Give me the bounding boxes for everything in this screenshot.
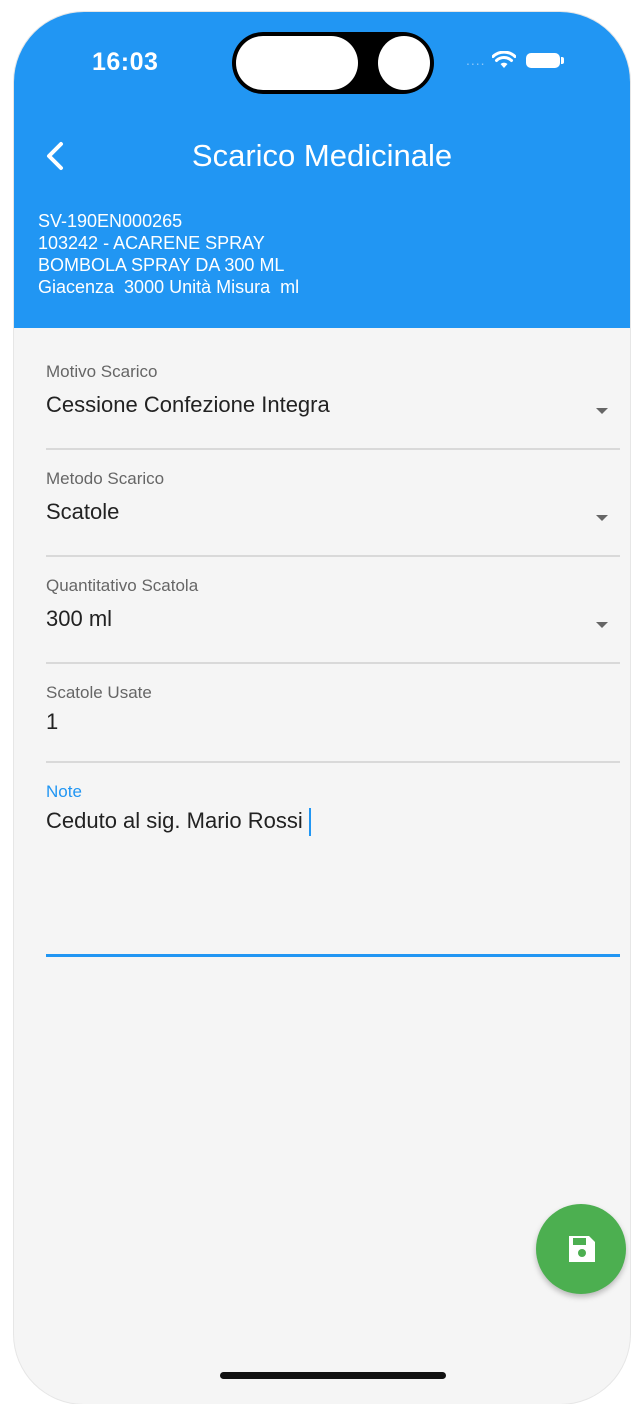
dynamic-island <box>232 32 434 94</box>
island-dot <box>378 36 430 90</box>
note-label: Note <box>46 782 82 801</box>
save-icon <box>569 1236 595 1262</box>
note-value: Ceduto al sig. Mario Rossi <box>46 808 303 833</box>
page-title: Scarico Medicinale <box>191 138 453 173</box>
metodo-scarico-value: Scatole <box>46 499 120 524</box>
motivo-scarico-label: Motivo Scarico <box>46 362 158 381</box>
quantitativo-scatola-label: Quantitativo Scatola <box>46 576 199 595</box>
note-textarea[interactable]: Note Ceduto al sig. Mario Rossi <box>46 782 620 957</box>
note-text-line: Ceduto al sig. Mario Rossi <box>46 806 620 837</box>
signal-icon: .... <box>466 52 486 68</box>
dropdown-arrow-icon <box>596 515 608 521</box>
scatole-usate-input[interactable]: Scatole Usate 1 <box>46 683 620 763</box>
phone-screen: 16:03 .... Scarico Medicinale SV-190EN00… <box>14 12 630 1404</box>
product-package: BOMBOLA SPRAY DA 300 ML <box>38 255 285 275</box>
scatole-usate-value: 1 <box>46 709 59 734</box>
quantitativo-scatola-dropdown[interactable]: Quantitativo Scatola 300 ml <box>46 576 620 664</box>
product-code: SV-190EN000265 <box>38 211 183 231</box>
metodo-scarico-label: Metodo Scarico <box>46 469 165 488</box>
app-header: 16:03 .... Scarico Medicinale SV-190EN00… <box>14 12 630 328</box>
island-pill <box>236 36 358 90</box>
metodo-scarico-dropdown[interactable]: Metodo Scarico Scatole <box>46 469 620 557</box>
dropdown-arrow-icon <box>596 408 608 414</box>
text-cursor <box>308 808 311 837</box>
scatole-usate-label: Scatole Usate <box>46 683 152 702</box>
save-fab-button[interactable] <box>536 1204 626 1294</box>
home-indicator[interactable] <box>220 1372 446 1379</box>
status-time: 16:03 <box>92 48 159 76</box>
product-stock: Giacenza 3000 Unità Misura ml <box>38 277 300 297</box>
status-icons: .... <box>466 48 564 72</box>
dropdown-arrow-icon <box>596 622 608 628</box>
motivo-scarico-value: Cessione Confezione Integra <box>46 392 330 417</box>
product-name: 103242 - ACARENE SPRAY <box>38 233 265 253</box>
wifi-icon <box>491 51 516 68</box>
product-info: SV-190EN000265 103242 - ACARENE SPRAY BO… <box>38 210 299 298</box>
quantitativo-scatola-value: 300 ml <box>46 606 113 631</box>
battery-icon <box>525 52 564 68</box>
motivo-scarico-dropdown[interactable]: Motivo Scarico Cessione Confezione Integ… <box>46 362 620 450</box>
